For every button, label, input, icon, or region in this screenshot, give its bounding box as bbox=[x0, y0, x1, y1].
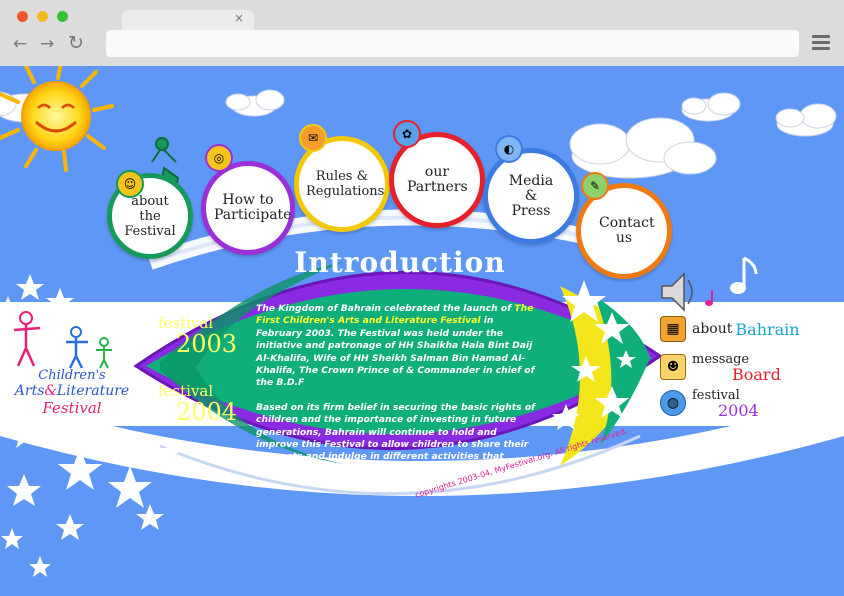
small-music-note-icon bbox=[705, 290, 713, 306]
menu-icon[interactable] bbox=[812, 35, 830, 53]
nav-partners-label: our Partners bbox=[407, 164, 468, 195]
nav-contact-label: Contact us bbox=[599, 215, 655, 246]
close-window-dot[interactable] bbox=[17, 11, 28, 22]
nav-rules-label: Rules & Regulations bbox=[306, 169, 385, 199]
festival-2003-link[interactable]: festival 2003 bbox=[158, 314, 237, 356]
side-festival-b: 2004 bbox=[718, 401, 759, 420]
bag-icon: ✉ bbox=[299, 124, 327, 152]
nav-media-label: Media & Press bbox=[508, 172, 554, 219]
intro-body: The Kingdom of Bahrain celebrated the la… bbox=[256, 303, 542, 488]
logo-literature: Literature bbox=[56, 383, 130, 399]
side-link-about-bahrain[interactable]: ▦ about Bahrain bbox=[660, 316, 800, 342]
logo-line1: Children's bbox=[38, 368, 106, 383]
cloud-icon bbox=[225, 89, 285, 117]
globe-icon: ◐ bbox=[495, 135, 523, 163]
intro-paragraph-1: The Kingdom of Bahrain celebrated the la… bbox=[256, 303, 542, 390]
globe-icon: ◍ bbox=[660, 390, 686, 416]
people-icon: ☻ bbox=[660, 354, 686, 380]
festival-2003-year: 2003 bbox=[176, 330, 238, 358]
nav-media-press[interactable]: Media & Press bbox=[483, 148, 579, 244]
music-note-icon bbox=[730, 256, 758, 294]
message-board-b: Board bbox=[732, 365, 781, 384]
nav-participate-label: How to Participate bbox=[214, 192, 292, 223]
intro-heading: Introduction bbox=[294, 246, 506, 279]
maximize-window-dot[interactable] bbox=[57, 11, 68, 22]
side-link-message-board[interactable]: ☻ message Board bbox=[660, 352, 781, 384]
logo-amp: & bbox=[44, 383, 57, 399]
festival-logo[interactable]: Children's Arts&Literature Festival bbox=[2, 368, 142, 417]
back-icon[interactable]: ← bbox=[13, 34, 27, 54]
cloud-icon bbox=[681, 92, 741, 122]
tab-close-icon[interactable]: × bbox=[234, 11, 244, 25]
side-link-festival-2004[interactable]: ◍ festival 2004 bbox=[660, 388, 759, 420]
intro-p1-start: The Kingdom of Bahrain celebrated the la… bbox=[256, 303, 515, 314]
festival-2004-year: 2004 bbox=[176, 398, 238, 426]
festival-site: about the Festival ☺ How to Participate … bbox=[0, 66, 844, 596]
window-icon: ▦ bbox=[660, 316, 686, 342]
browser-tab[interactable]: × bbox=[122, 10, 254, 30]
browser-chrome: × ← → ↻ bbox=[0, 0, 844, 66]
address-bar[interactable] bbox=[106, 30, 799, 57]
logo-arts: Arts bbox=[14, 383, 45, 399]
forward-icon[interactable]: → bbox=[40, 34, 54, 54]
smiley-icon: ☺ bbox=[116, 170, 144, 198]
contact-icon: ✎ bbox=[581, 172, 609, 200]
cloud-icon bbox=[569, 117, 717, 179]
ring-icon: ◎ bbox=[205, 144, 233, 172]
minimize-window-dot[interactable] bbox=[37, 11, 48, 22]
reload-icon[interactable]: ↻ bbox=[68, 32, 84, 54]
nav-about-label: about the Festival bbox=[124, 193, 176, 239]
festival-2004-link[interactable]: festival 2004 bbox=[158, 382, 237, 424]
about-bahrain-a: about bbox=[692, 321, 733, 337]
logo-line3: Festival bbox=[42, 399, 102, 417]
cloud-icon bbox=[775, 103, 837, 137]
about-bahrain-b: Bahrain bbox=[735, 319, 800, 339]
nav-how-to-participate[interactable]: How to Participate bbox=[201, 161, 295, 255]
partners-icon: ✿ bbox=[393, 120, 421, 148]
